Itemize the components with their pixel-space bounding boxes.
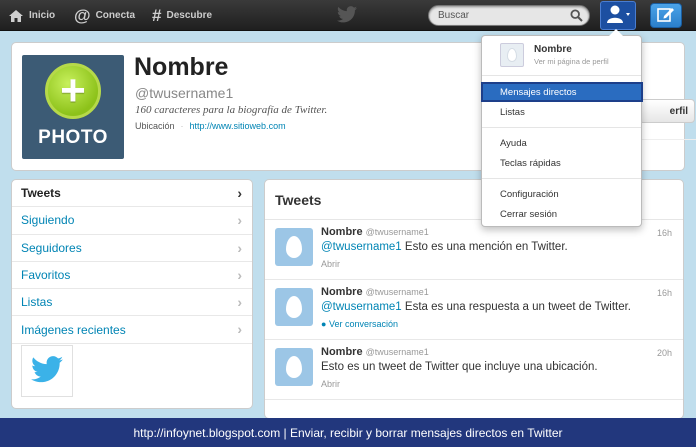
tweet-text: Esto es un tweet de Twitter que incluye … xyxy=(321,361,598,373)
tweet-timestamp[interactable]: 16h xyxy=(657,288,672,298)
menu-item-help[interactable]: Ayuda xyxy=(482,133,641,153)
at-icon: @ xyxy=(74,6,91,25)
dropdown-profile-subtitle: Ver mi página de perfil xyxy=(534,57,609,66)
tweet-author-handle[interactable]: @twusername1 xyxy=(366,347,429,357)
sidenav-item-tweets[interactable]: Tweets › xyxy=(12,180,252,208)
tweet-author-handle[interactable]: @twusername1 xyxy=(366,287,429,297)
user-icon xyxy=(605,4,631,27)
tweet-author-name[interactable]: Nombre xyxy=(321,286,363,298)
tweet-author-handle[interactable]: @twusername1 xyxy=(366,227,429,237)
egg-avatar-icon xyxy=(286,296,302,318)
nav-discover[interactable]: # Descubre xyxy=(152,0,212,31)
tweet-mention-link[interactable]: @twusername1 xyxy=(321,301,402,313)
tweet-item[interactable]: Nombre @twusername1 @twusername1 Esto es … xyxy=(265,220,683,280)
egg-avatar-icon xyxy=(286,356,302,378)
profile-handle: @twusername1 xyxy=(135,85,234,101)
tweet-timestamp[interactable]: 20h xyxy=(657,348,672,358)
profile-name: Nombre xyxy=(134,53,229,81)
sidenav-item-following[interactable]: Siguiendo › xyxy=(12,207,252,235)
egg-avatar-icon xyxy=(286,236,302,258)
avatar[interactable] xyxy=(275,228,313,266)
menu-item-keyboard-shortcuts[interactable]: Teclas rápidas xyxy=(482,153,641,173)
hash-icon: # xyxy=(152,6,162,25)
speech-bubble-icon: ● xyxy=(321,319,327,329)
sidenav-item-followers[interactable]: Seguidores › xyxy=(12,235,252,262)
chevron-right-icon: › xyxy=(237,239,242,256)
tweet-item[interactable]: Nombre @twusername1 @twusername1 Esta es … xyxy=(265,280,683,340)
sidenav-item-label: Imágenes recientes xyxy=(21,322,126,337)
profile-photo[interactable]: + PHOTO xyxy=(22,55,124,159)
divider xyxy=(642,139,696,140)
dropdown-caret xyxy=(609,29,623,36)
twitter-bird-icon xyxy=(31,356,63,386)
compose-tweet-button[interactable] xyxy=(650,3,682,28)
menu-item-direct-messages[interactable]: Mensajes directos xyxy=(481,82,643,102)
tweet-expand-link[interactable]: Abrir xyxy=(321,379,340,389)
tweet-expand-link[interactable]: Abrir xyxy=(321,259,340,269)
search-input[interactable]: Buscar xyxy=(428,5,590,26)
tweet-mention-link[interactable]: @twusername1 xyxy=(321,241,402,253)
tweet-text: @twusername1 Esta es una respuesta a un … xyxy=(321,301,632,313)
view-conversation-link[interactable]: ● Ver conversación xyxy=(321,319,398,329)
nav-home[interactable]: Inicio xyxy=(8,0,55,31)
sidenav-item-label: Tweets xyxy=(21,186,61,201)
sidenav-item-label: Favoritos xyxy=(21,268,71,283)
twitter-bird-icon[interactable] xyxy=(337,6,357,26)
sidenav-item-label: Listas xyxy=(21,295,53,310)
dropdown-profile-name: Nombre xyxy=(534,44,572,55)
user-dropdown-menu: Nombre Ver mi página de perfil Mensajes … xyxy=(481,29,643,227)
tweet-author-name[interactable]: Nombre xyxy=(321,226,363,238)
profile-location: Ubicación xyxy=(135,121,175,131)
add-photo-icon: + xyxy=(45,63,101,119)
user-menu-button[interactable] xyxy=(600,1,636,30)
profile-website-link[interactable]: http://www.sitioweb.com xyxy=(190,121,286,131)
tweet-timestamp[interactable]: 16h xyxy=(657,228,672,238)
search-placeholder: Buscar xyxy=(438,10,470,21)
nav-connect[interactable]: @ Conecta xyxy=(74,0,135,31)
tweet-text: @twusername1 Esto es una mención en Twit… xyxy=(321,241,568,253)
chevron-right-icon: › xyxy=(237,266,242,283)
sidenav-item-recent-images[interactable]: Imágenes recientes › xyxy=(12,316,252,344)
compose-icon xyxy=(657,6,675,25)
nav-discover-label: Descubre xyxy=(166,10,213,21)
recent-image-thumbnail[interactable] xyxy=(21,345,73,397)
profile-location-row: Ubicación · http://www.sitioweb.com xyxy=(135,121,286,131)
chevron-right-icon: › xyxy=(237,212,242,229)
caption-banner: http://infoynet.blogspot.com | Enviar, r… xyxy=(0,418,696,447)
sidenav-item-label: Seguidores xyxy=(21,240,82,255)
top-navigation-bar: Inicio @ Conecta # Descubre Buscar xyxy=(0,0,696,31)
photo-label: PHOTO xyxy=(38,127,108,148)
sidenav-item-favorites[interactable]: Favoritos › xyxy=(12,262,252,290)
dropdown-profile-link[interactable]: Nombre Ver mi página de perfil xyxy=(482,36,641,76)
nav-home-label: Inicio xyxy=(29,10,56,21)
menu-item-sign-out[interactable]: Cerrar sesión xyxy=(482,204,641,224)
profile-side-nav: Tweets › Siguiendo › Seguidores › Favori… xyxy=(11,179,253,409)
tweet-author-name[interactable]: Nombre xyxy=(321,346,363,358)
avatar[interactable] xyxy=(275,288,313,326)
chevron-right-icon: › xyxy=(237,294,242,311)
sidenav-item-lists[interactable]: Listas › xyxy=(12,289,252,317)
avatar xyxy=(500,43,524,67)
avatar[interactable] xyxy=(275,348,313,386)
sidenav-item-label: Siguiendo xyxy=(21,213,75,228)
menu-item-lists[interactable]: Listas xyxy=(482,102,641,122)
chevron-right-icon: › xyxy=(237,321,242,338)
edit-profile-button[interactable]: erfil xyxy=(639,99,695,123)
nav-connect-label: Conecta xyxy=(95,10,136,21)
chevron-right-icon: › xyxy=(237,185,242,201)
caption-text: http://infoynet.blogspot.com | Enviar, r… xyxy=(133,425,563,440)
profile-bio: 160 caracteres para la biografía de Twit… xyxy=(135,104,328,116)
tweet-item[interactable]: Nombre @twusername1 Esto es un tweet de T… xyxy=(265,340,683,400)
divider xyxy=(482,178,641,179)
search-icon[interactable] xyxy=(570,9,583,25)
divider xyxy=(482,127,641,128)
home-icon xyxy=(8,9,24,23)
menu-item-settings[interactable]: Configuración xyxy=(482,184,641,204)
